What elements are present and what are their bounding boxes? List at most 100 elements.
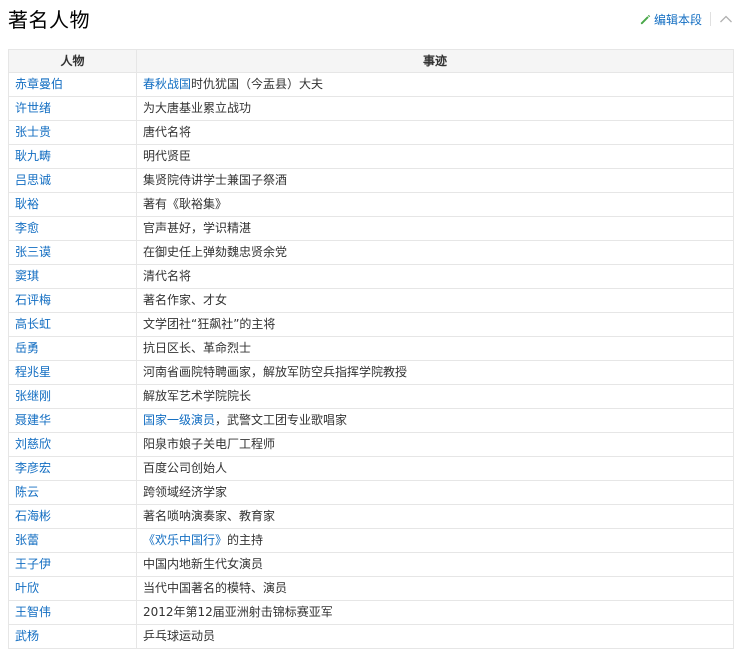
table-row: 许世绪 为大唐基业累立战功 <box>8 96 734 121</box>
person-name-link[interactable]: 张三谟 <box>15 245 51 259</box>
deed-cell: 中国内地新生代女演员 <box>136 552 734 577</box>
deed-text: 文学团社“狂飙社”的主将 <box>143 317 276 331</box>
deed-text: 明代贤臣 <box>143 149 192 163</box>
edit-section-button[interactable]: 编辑本段 <box>640 11 702 28</box>
deed-cell: 清代名将 <box>136 264 734 289</box>
person-name-cell: 耿裕 <box>8 192 137 217</box>
deed-text: 在御史任上弹劾魏忠贤余党 <box>143 245 288 259</box>
column-header-deeds: 事迹 <box>136 49 734 73</box>
table-row: 张三谟 在御史任上弹劾魏忠贤余党 <box>8 240 734 265</box>
table-row: 高长虹 文学团社“狂飙社”的主将 <box>8 312 734 337</box>
deed-cell: 百度公司创始人 <box>136 456 734 481</box>
person-name-link[interactable]: 武杨 <box>15 629 39 643</box>
table-row: 李彦宏 百度公司创始人 <box>8 456 734 481</box>
person-name-cell: 赤章曼伯 <box>8 72 137 97</box>
deed-cell: 著有《耿裕集》 <box>136 192 734 217</box>
person-name-cell: 武杨 <box>8 624 137 649</box>
table-header-row: 人物 事迹 <box>8 49 734 73</box>
table-row: 程兆星 河南省画院特聘画家，解放军防空兵指挥学院教授 <box>8 360 734 385</box>
deed-cell: 在御史任上弹劾魏忠贤余党 <box>136 240 734 265</box>
person-name-link[interactable]: 张蕾 <box>15 533 39 547</box>
person-name-cell: 张士贵 <box>8 120 137 145</box>
table-row: 耿裕 著有《耿裕集》 <box>8 192 734 217</box>
person-name-link[interactable]: 程兆星 <box>15 365 51 379</box>
person-name-link[interactable]: 耿九畴 <box>15 149 51 163</box>
deed-text: 百度公司创始人 <box>143 461 228 475</box>
person-name-link[interactable]: 叶欣 <box>15 581 39 595</box>
deed-text: 抗日区长、革命烈士 <box>143 341 252 355</box>
deed-text: 著名作家、才女 <box>143 293 228 307</box>
deed-text: ，武警文工团专业歌唱家 <box>215 413 348 427</box>
person-name-cell: 岳勇 <box>8 336 137 361</box>
deed-text: 为大唐基业累立战功 <box>143 101 252 115</box>
person-name-cell: 李愈 <box>8 216 137 241</box>
deed-link[interactable]: 国家一级演员 <box>143 413 215 427</box>
deed-cell: 著名唢呐演奏家、教育家 <box>136 504 734 529</box>
person-name-link[interactable]: 王智伟 <box>15 605 51 619</box>
deed-cell: 2012年第12届亚洲射击锦标赛亚军 <box>136 600 734 625</box>
deed-cell: 明代贤臣 <box>136 144 734 169</box>
table-row: 陈云 跨领域经济学家 <box>8 480 734 505</box>
person-name-link[interactable]: 聂建华 <box>15 413 51 427</box>
person-name-link[interactable]: 石海彬 <box>15 509 51 523</box>
deed-text: 当代中国著名的模特、演员 <box>143 581 288 595</box>
person-name-cell: 石海彬 <box>8 504 137 529</box>
chevron-up-icon[interactable] <box>719 14 733 24</box>
deed-text: 阳泉市娘子关电厂工程师 <box>143 437 276 451</box>
table-row: 窦琪 清代名将 <box>8 264 734 289</box>
person-name-cell: 张继刚 <box>8 384 137 409</box>
section-tools: 编辑本段 <box>640 10 733 28</box>
person-name-cell: 窦琪 <box>8 264 137 289</box>
deed-text: 2012年第12届亚洲射击锦标赛亚军 <box>143 605 333 619</box>
deed-cell: 为大唐基业累立战功 <box>136 96 734 121</box>
person-name-link[interactable]: 耿裕 <box>15 197 39 211</box>
person-name-link[interactable]: 李愈 <box>15 221 39 235</box>
person-name-link[interactable]: 张继刚 <box>15 389 51 403</box>
person-name-link[interactable]: 赤章曼伯 <box>15 77 63 91</box>
person-name-link[interactable]: 许世绪 <box>15 101 51 115</box>
person-name-cell: 张蕾 <box>8 528 137 553</box>
deed-link[interactable]: 春秋战国 <box>143 77 191 91</box>
people-table: 人物 事迹 赤章曼伯 春秋战国时仇犹国（今盂县）大夫 许世绪 为大唐基业累立战功 张士贵… <box>8 49 734 649</box>
deed-text: 的主持 <box>227 533 264 547</box>
deed-text: 跨领域经济学家 <box>143 485 228 499</box>
person-name-cell: 王智伟 <box>8 600 137 625</box>
person-name-link[interactable]: 石评梅 <box>15 293 51 307</box>
section-title: 著名人物 <box>8 8 90 32</box>
deed-link[interactable]: 《欢乐中国行》 <box>143 533 227 547</box>
deed-cell: 唐代名将 <box>136 120 734 145</box>
deed-cell: 官声甚好，学识精湛 <box>136 216 734 241</box>
person-name-cell: 李彦宏 <box>8 456 137 481</box>
deed-cell: 集贤院侍讲学士兼国子祭酒 <box>136 168 734 193</box>
person-name-link[interactable]: 吕思诚 <box>15 173 51 187</box>
deed-text: 唐代名将 <box>143 125 192 139</box>
column-header-person: 人物 <box>8 49 137 73</box>
person-name-cell: 王子伊 <box>8 552 137 577</box>
person-name-link[interactable]: 刘慈欣 <box>15 437 51 451</box>
person-name-link[interactable]: 王子伊 <box>15 557 51 571</box>
table-row: 王智伟 2012年第12届亚洲射击锦标赛亚军 <box>8 600 734 625</box>
person-name-link[interactable]: 岳勇 <box>15 341 39 355</box>
table-row: 石评梅 著名作家、才女 <box>8 288 734 313</box>
table-row: 武杨 乒乓球运动员 <box>8 624 734 649</box>
person-name-cell: 许世绪 <box>8 96 137 121</box>
deed-cell: 跨领域经济学家 <box>136 480 734 505</box>
person-name-cell: 程兆星 <box>8 360 137 385</box>
deed-cell: 解放军艺术学院院长 <box>136 384 734 409</box>
person-name-link[interactable]: 张士贵 <box>15 125 51 139</box>
person-name-link[interactable]: 陈云 <box>15 485 39 499</box>
person-name-link[interactable]: 李彦宏 <box>15 461 51 475</box>
person-name-link[interactable]: 窦琪 <box>15 269 39 283</box>
table-row: 王子伊 中国内地新生代女演员 <box>8 552 734 577</box>
person-name-cell: 聂建华 <box>8 408 137 433</box>
table-row: 刘慈欣 阳泉市娘子关电厂工程师 <box>8 432 734 457</box>
person-name-cell: 耿九畴 <box>8 144 137 169</box>
deed-cell: 乒乓球运动员 <box>136 624 734 649</box>
person-name-link[interactable]: 高长虹 <box>15 317 51 331</box>
deed-cell: 河南省画院特聘画家，解放军防空兵指挥学院教授 <box>136 360 734 385</box>
person-name-cell: 石评梅 <box>8 288 137 313</box>
table-row: 赤章曼伯 春秋战国时仇犹国（今盂县）大夫 <box>8 72 734 97</box>
deed-cell: 文学团社“狂飙社”的主将 <box>136 312 734 337</box>
person-name-cell: 张三谟 <box>8 240 137 265</box>
table-row: 聂建华 国家一级演员，武警文工团专业歌唱家 <box>8 408 734 433</box>
